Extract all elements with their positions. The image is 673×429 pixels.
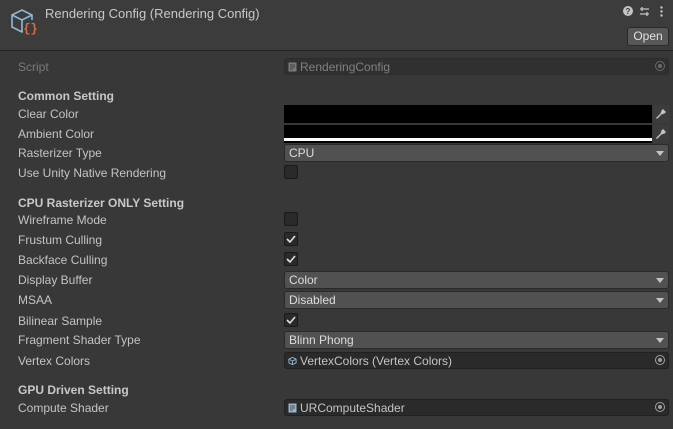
preset-icon[interactable] [639, 4, 650, 18]
checkmark-icon [286, 235, 296, 244]
rasterizer-type-dropdown[interactable]: CPU [284, 144, 669, 162]
frustum-culling-checkbox[interactable] [284, 232, 298, 246]
compute-shader-label: Compute Shader [18, 401, 109, 415]
display-buffer-value: Color [289, 273, 318, 287]
inspector-title: Rendering Config (Rendering Config) [45, 6, 260, 21]
asset-icon [288, 356, 297, 366]
fragment-shader-value: Blinn Phong [289, 333, 354, 347]
display-buffer-label: Display Buffer [18, 273, 93, 287]
ambient-color-label: Ambient Color [18, 127, 95, 141]
cpu-setting-header: CPU Rasterizer ONLY Setting [18, 196, 185, 210]
display-buffer-dropdown[interactable]: Color [284, 271, 669, 289]
alpha-bar [284, 138, 652, 141]
kebab-menu-icon[interactable] [656, 4, 667, 18]
common-setting-header: Common Setting [18, 89, 114, 103]
rasterizer-type-row: Rasterizer Type CPU [0, 143, 673, 163]
eyedropper-icon[interactable] [653, 125, 669, 143]
chevron-down-icon [656, 151, 664, 156]
compute-shader-icon [288, 403, 297, 413]
help-icon[interactable]: ? [623, 6, 633, 16]
chevron-down-icon [656, 298, 664, 303]
chevron-down-icon [656, 338, 664, 343]
backface-culling-label: Backface Culling [18, 253, 108, 267]
script-value: RenderingConfig [300, 60, 391, 74]
display-buffer-row: Display Buffer Color [0, 270, 673, 290]
rasterizer-type-label: Rasterizer Type [18, 146, 102, 160]
vertex-colors-field[interactable]: VertexColors (Vertex Colors) [284, 352, 669, 369]
msaa-label: MSAA [18, 293, 53, 307]
compute-shader-row: Compute Shader URComputeShader [0, 398, 673, 418]
vertex-colors-row: Vertex Colors VertexColors (Vertex Color… [0, 351, 673, 371]
wireframe-label: Wireframe Mode [18, 213, 107, 227]
msaa-row: MSAA Disabled [0, 290, 673, 310]
bilinear-sample-label: Bilinear Sample [18, 314, 103, 328]
scriptable-object-icon: {} [11, 9, 38, 36]
wireframe-row: Wireframe Mode [0, 210, 673, 230]
msaa-dropdown[interactable]: Disabled [284, 291, 669, 309]
script-file-icon [288, 62, 297, 72]
script-field: RenderingConfig [284, 58, 669, 75]
compute-shader-field[interactable]: URComputeShader [284, 399, 669, 416]
compute-shader-value: URComputeShader [300, 401, 405, 415]
inspector-header: {} Rendering Config (Rendering Config) ?… [0, 0, 673, 51]
native-rendering-label: Use Unity Native Rendering [18, 166, 167, 180]
script-row: Script RenderingConfig [0, 57, 673, 77]
ambient-color-row: Ambient Color [0, 124, 673, 144]
checkmark-icon [286, 316, 296, 325]
vertex-colors-value: VertexColors (Vertex Colors) [300, 354, 453, 368]
native-rendering-row: Use Unity Native Rendering [0, 163, 673, 183]
script-label: Script [18, 60, 49, 74]
fragment-shader-label: Fragment Shader Type [18, 333, 141, 347]
eyedropper-icon[interactable] [653, 105, 669, 123]
chevron-down-icon [656, 278, 664, 283]
checkmark-icon [286, 255, 296, 264]
object-picker-icon[interactable] [655, 402, 665, 412]
fragment-shader-row: Fragment Shader Type Blinn Phong [0, 330, 673, 350]
ambient-color-swatch[interactable] [284, 125, 652, 143]
svg-text:{}: {} [23, 22, 37, 36]
frustum-culling-label: Frustum Culling [18, 233, 103, 247]
gpu-setting-header: GPU Driven Setting [18, 383, 129, 397]
open-button[interactable]: Open [627, 27, 669, 46]
backface-culling-checkbox[interactable] [284, 252, 298, 266]
msaa-value: Disabled [289, 293, 336, 307]
frustum-culling-row: Frustum Culling [0, 230, 673, 250]
clear-color-swatch[interactable] [284, 105, 652, 123]
object-picker-icon[interactable] [655, 355, 665, 365]
fragment-shader-dropdown[interactable]: Blinn Phong [284, 331, 669, 349]
clear-color-label: Clear Color [18, 107, 79, 121]
bilinear-sample-row: Bilinear Sample [0, 311, 673, 331]
vertex-colors-label: Vertex Colors [18, 354, 91, 368]
backface-culling-row: Backface Culling [0, 250, 673, 270]
native-rendering-checkbox[interactable] [284, 165, 298, 179]
clear-color-row: Clear Color [0, 104, 673, 124]
rasterizer-type-value: CPU [289, 146, 315, 160]
object-picker-icon [655, 61, 665, 71]
wireframe-checkbox[interactable] [284, 212, 298, 226]
bilinear-sample-checkbox[interactable] [284, 313, 298, 327]
